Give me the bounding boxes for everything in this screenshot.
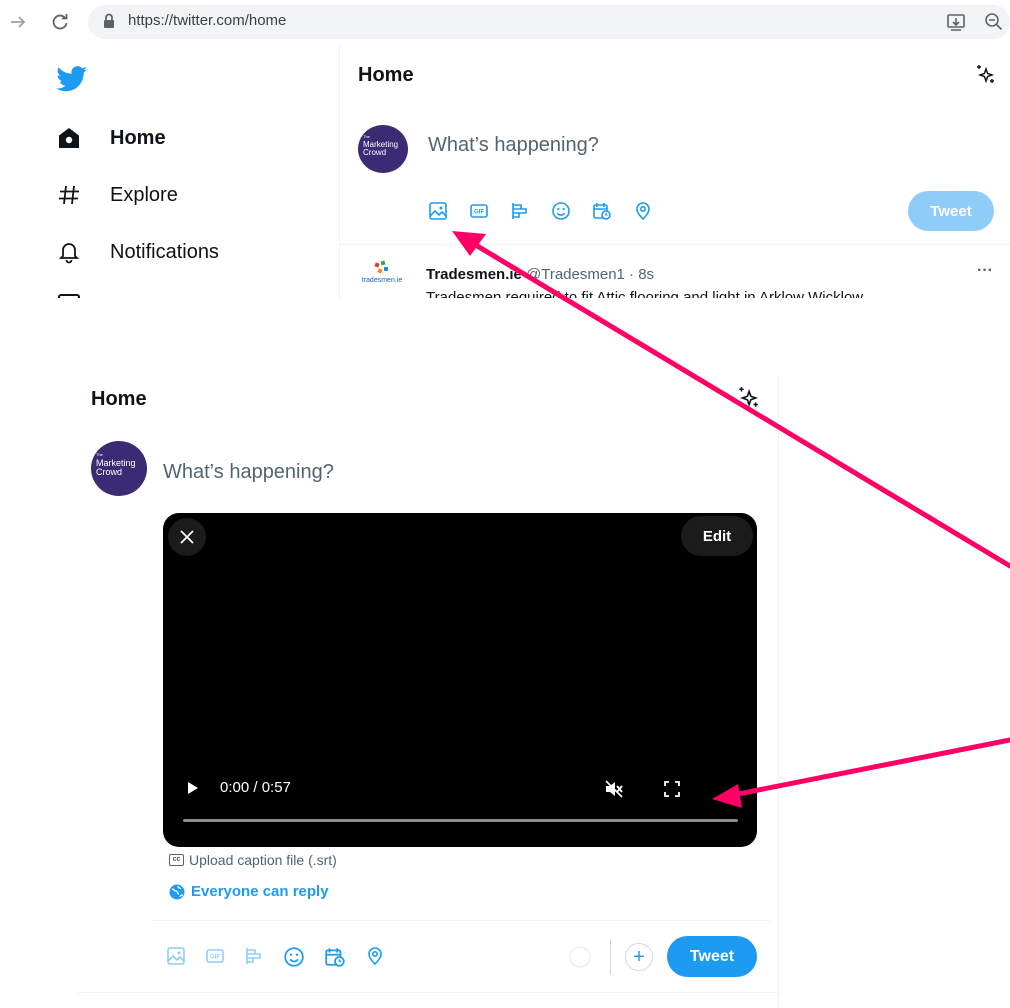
avatar[interactable]: The Marketing Crowd — [358, 125, 408, 173]
composer-toolbar: GIF — [166, 946, 404, 968]
sidebar-item-home[interactable]: Home — [54, 118, 166, 158]
schedule-icon[interactable] — [592, 201, 612, 221]
url-text[interactable]: https://twitter.com/home — [128, 12, 286, 29]
page-title: Home — [358, 64, 414, 86]
divider — [152, 920, 770, 921]
character-count-ring — [569, 946, 591, 968]
sidebar-item-label: Explore — [110, 183, 178, 206]
video-time: 0:00 / 0:57 — [220, 779, 291, 796]
avatar[interactable]: The Marketing Crowd — [91, 441, 147, 496]
close-icon[interactable] — [168, 518, 206, 556]
twitter-bird-icon[interactable] — [56, 66, 88, 92]
gif-icon[interactable]: GIF — [469, 201, 489, 221]
location-icon[interactable] — [633, 201, 653, 221]
sidebar-item-label: Home — [110, 126, 166, 149]
mute-icon[interactable] — [604, 779, 624, 799]
tweet-input[interactable]: What’s happening? — [428, 134, 599, 157]
top-screenshot: Home Explore Notifications Home The Mark… — [0, 44, 1010, 298]
tradesmen-logo[interactable]: tradesmen.ie — [358, 260, 406, 298]
emoji-icon[interactable] — [283, 946, 305, 968]
media-icon[interactable] — [166, 946, 186, 968]
play-icon[interactable] — [186, 780, 200, 796]
media-icon[interactable] — [428, 201, 448, 221]
svg-text:GIF: GIF — [210, 955, 220, 961]
more-icon[interactable]: ··· — [977, 262, 993, 280]
divider — [78, 992, 778, 993]
globe-icon — [169, 884, 185, 900]
column-divider — [778, 376, 779, 1008]
poll-icon[interactable] — [244, 946, 264, 968]
tweet-input[interactable]: What’s happening? — [163, 461, 334, 484]
forward-arrow-icon[interactable] — [8, 12, 28, 32]
video-progress-bar[interactable] — [183, 819, 738, 822]
sidebar-item-notifications[interactable]: Notifications — [54, 232, 219, 272]
reply-settings-button[interactable]: Everyone can reply — [169, 883, 329, 900]
home-icon — [54, 123, 84, 153]
svg-text:GIF: GIF — [474, 210, 484, 216]
install-app-icon[interactable] — [946, 12, 966, 32]
gif-icon[interactable]: GIF — [205, 946, 225, 968]
add-tweet-button[interactable]: + — [625, 943, 653, 971]
emoji-icon[interactable] — [551, 201, 571, 221]
tweet-text: Tradesmen required to fit Attic flooring… — [426, 289, 864, 298]
messages-icon[interactable] — [58, 294, 80, 298]
tweet-button[interactable]: Tweet — [667, 936, 757, 977]
reply-label: Everyone can reply — [191, 883, 329, 900]
composer-toolbar: GIF — [428, 201, 674, 221]
column-divider — [339, 44, 340, 298]
sparkle-icon[interactable] — [974, 64, 996, 86]
sidebar-item-label: Notifications — [110, 240, 219, 263]
bell-icon — [54, 237, 84, 267]
caption-label: Upload caption file (.srt) — [189, 852, 337, 868]
upload-caption-link[interactable]: cc Upload caption file (.srt) — [169, 852, 337, 868]
sparkle-icon[interactable] — [736, 386, 760, 410]
hashtag-icon — [54, 180, 84, 210]
zoom-icon[interactable] — [984, 12, 1004, 32]
reload-icon[interactable] — [50, 12, 70, 32]
poll-icon[interactable] — [510, 201, 530, 221]
location-icon[interactable] — [365, 946, 385, 968]
edit-button[interactable]: Edit — [681, 516, 753, 556]
caption-icon: cc — [169, 854, 184, 866]
divider — [610, 939, 611, 975]
sidebar-item-explore[interactable]: Explore — [54, 175, 178, 215]
tweet-author-handle[interactable]: @Tradesmen1 · 8s — [526, 266, 654, 283]
tweet-author-name[interactable]: Tradesmen.ie — [426, 266, 522, 283]
svg-text:tradesmen.ie: tradesmen.ie — [362, 277, 403, 284]
schedule-icon[interactable] — [324, 946, 346, 968]
lock-icon[interactable] — [103, 13, 115, 29]
page-title: Home — [91, 388, 147, 410]
divider — [340, 244, 1010, 245]
tweet-button[interactable]: Tweet — [908, 191, 994, 231]
fullscreen-icon[interactable] — [663, 780, 681, 798]
